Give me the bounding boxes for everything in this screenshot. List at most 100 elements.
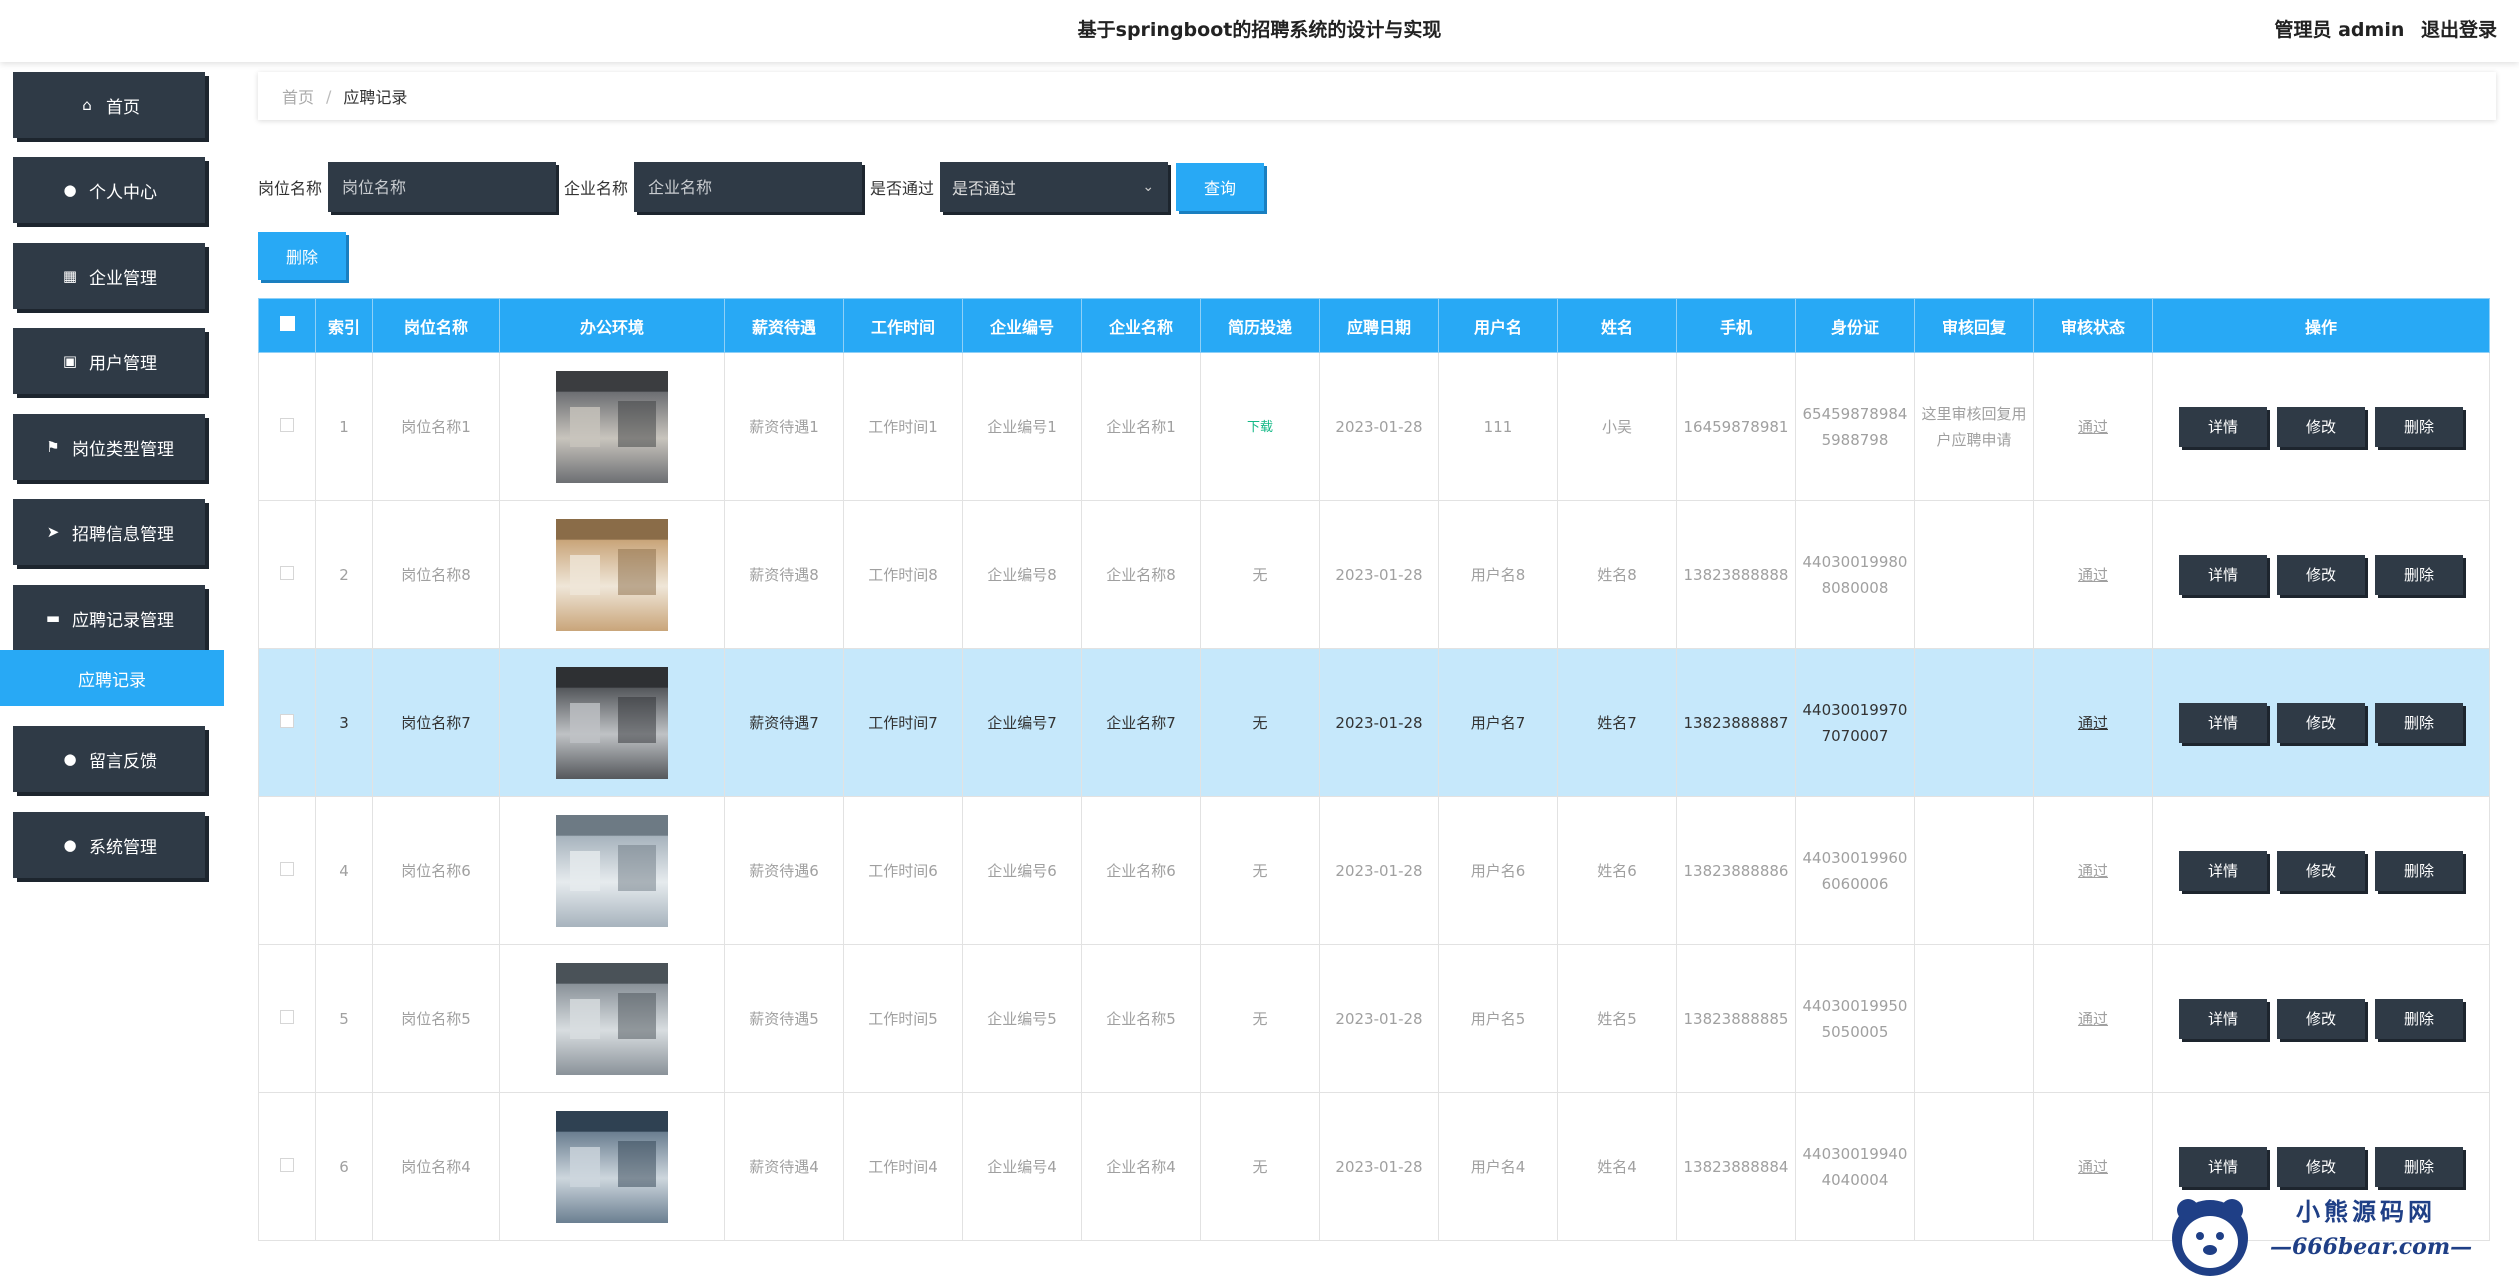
sidebar-item-feedback[interactable]: ● 留言反馈 <box>13 726 205 792</box>
cell-job: 岗位名称7 <box>372 648 500 797</box>
row-actions: 详情 修改 删除 <box>2157 702 2485 743</box>
cell-worktime-text: 工作时间1 <box>868 417 938 436</box>
row-select-cell[interactable] <box>258 648 316 797</box>
table-row[interactable]: 4 岗位名称6 薪资待遇6 工作时间6 企业编号6 企业名称6 无 2023-01-28 用户名… <box>258 796 2490 945</box>
cell-reply <box>1914 944 2034 1093</box>
company-name-input[interactable] <box>634 162 863 212</box>
delete-button[interactable]: 删除 <box>2375 554 2463 595</box>
detail-button[interactable]: 详情 <box>2179 702 2267 743</box>
sidebar-item-home[interactable]: ⌂ 首页 <box>13 72 205 138</box>
office-photo <box>556 666 668 779</box>
row-select-cell[interactable] <box>258 500 316 649</box>
row-checkbox[interactable] <box>280 861 294 876</box>
pass-select-value: 是否通过 <box>952 179 1017 198</box>
cell-resume: 无 <box>1200 648 1320 797</box>
delete-button[interactable]: 删除 <box>2375 406 2463 447</box>
sidebar-item-job-types[interactable]: ⚑ 岗位类型管理 <box>13 414 205 480</box>
cell-salary-text: 薪资待遇5 <box>749 1009 819 1028</box>
cell-name: 姓名6 <box>1557 796 1677 945</box>
sidebar-item-profile[interactable]: ● 个人中心 <box>13 157 205 223</box>
sidebar-subitem-application-records[interactable]: 应聘记录 <box>0 650 224 706</box>
cell-resume: 无 <box>1200 500 1320 649</box>
sidebar-item-recruit-info[interactable]: ➤ 招聘信息管理 <box>13 499 205 565</box>
cell-ops: 详情 修改 删除 <box>2152 796 2490 945</box>
delete-button[interactable]: 删除 <box>2375 850 2463 891</box>
logout-link[interactable]: 退出登录 <box>2421 19 2497 41</box>
sidebar-item-system[interactable]: ● 系统管理 <box>13 812 205 878</box>
row-checkbox[interactable] <box>280 417 294 432</box>
breadcrumb-home[interactable]: 首页 <box>282 84 314 108</box>
col-header: 审核状态 <box>2033 298 2153 353</box>
row-checkbox[interactable] <box>280 1157 294 1172</box>
col-header: 工作时间 <box>843 298 963 353</box>
cell-worktime: 工作时间7 <box>843 648 963 797</box>
detail-button[interactable]: 详情 <box>2179 998 2267 1039</box>
cell-office-image <box>499 648 725 797</box>
cell-phone-text: 13823888884 <box>1683 1157 1789 1176</box>
watermark-url: —666bear.com— <box>2270 1234 2473 1260</box>
cell-resume[interactable]: 下载 <box>1200 352 1320 501</box>
delete-button[interactable]: 删除 <box>2375 998 2463 1039</box>
detail-button[interactable]: 详情 <box>2179 554 2267 595</box>
detail-button[interactable]: 详情 <box>2179 850 2267 891</box>
cell-username: 111 <box>1438 352 1558 501</box>
cell-office-image <box>499 500 725 649</box>
select-all-cell[interactable] <box>258 298 316 353</box>
table-row[interactable]: 1 岗位名称1 薪资待遇1 工作时间1 企业编号1 企业名称1 下载 2023-01-28 11… <box>258 352 2490 501</box>
select-all-checkbox[interactable] <box>279 316 295 331</box>
job-name-input[interactable] <box>328 162 557 212</box>
sidebar-item-applications[interactable]: ▬ 应聘记录管理 <box>13 585 205 651</box>
cell-index: 1 <box>315 352 373 501</box>
cell-index: 2 <box>315 500 373 649</box>
company-name-label: 企业名称 <box>564 179 629 198</box>
row-checkbox[interactable] <box>280 713 294 728</box>
detail-button[interactable]: 详情 <box>2179 1146 2267 1187</box>
row-select-cell[interactable] <box>258 796 316 945</box>
edit-button[interactable]: 修改 <box>2277 850 2365 891</box>
edit-button[interactable]: 修改 <box>2277 406 2365 447</box>
table-row[interactable]: 6 岗位名称4 薪资待遇4 工作时间4 企业编号4 企业名称4 无 2023-01-28 用户名… <box>258 1092 2490 1241</box>
table-row[interactable]: 2 岗位名称8 薪资待遇8 工作时间8 企业编号8 企业名称8 无 2023-01-28 用户名… <box>258 500 2490 649</box>
cell-idcard: 440300199707070007 <box>1795 648 1915 797</box>
sidebar-item-users[interactable]: ▣ 用户管理 <box>13 328 205 394</box>
col-header: 企业名称 <box>1081 298 1201 353</box>
user-area: 管理员 admin 退出登录 <box>2264 15 2497 42</box>
edit-button[interactable]: 修改 <box>2277 554 2365 595</box>
table-row[interactable]: 5 岗位名称5 薪资待遇5 工作时间5 企业编号5 企业名称5 无 2023-01-28 用户名… <box>258 944 2490 1093</box>
pass-select[interactable]: 是否通过 ⌄ <box>940 162 1169 212</box>
cell-resume: 无 <box>1200 1092 1320 1241</box>
cell-idcard-text: 440300199606060006 <box>1802 848 1908 893</box>
cell-company-name-text: 企业名称5 <box>1106 1009 1176 1028</box>
delete-button[interactable]: 删除 <box>2375 1146 2463 1187</box>
sidebar-item-company[interactable]: ▦ 企业管理 <box>13 243 205 309</box>
edit-button[interactable]: 修改 <box>2277 998 2365 1039</box>
row-checkbox[interactable] <box>280 1009 294 1024</box>
cell-company-code: 企业编号8 <box>962 500 1082 649</box>
row-select-cell[interactable] <box>258 1092 316 1241</box>
col-header: 企业编号 <box>962 298 1082 353</box>
cell-reply <box>1914 648 2034 797</box>
cell-username: 用户名6 <box>1438 796 1558 945</box>
batch-delete-button[interactable]: 删除 <box>258 232 346 280</box>
edit-button[interactable]: 修改 <box>2277 702 2365 743</box>
detail-button[interactable]: 详情 <box>2179 406 2267 447</box>
cell-date: 2023-01-28 <box>1319 648 1439 797</box>
row-select-cell[interactable] <box>258 944 316 1093</box>
query-button[interactable]: 查询 <box>1176 163 1265 211</box>
cell-index-text: 1 <box>339 417 349 436</box>
cell-username-text: 111 <box>1483 417 1513 436</box>
row-checkbox[interactable] <box>280 565 294 580</box>
cell-salary: 薪资待遇1 <box>724 352 844 501</box>
cell-job: 岗位名称6 <box>372 796 500 945</box>
cell-reply: 这里审核回复用户应聘申请 <box>1914 352 2034 501</box>
cell-name: 姓名8 <box>1557 500 1677 649</box>
cell-reply <box>1914 796 2034 945</box>
row-select-cell[interactable] <box>258 352 316 501</box>
edit-button[interactable]: 修改 <box>2277 1146 2365 1187</box>
cell-reply <box>1914 500 2034 649</box>
table-row[interactable]: 3 岗位名称7 薪资待遇7 工作时间7 企业编号7 企业名称7 无 2023-01-28 用户名… <box>258 648 2490 797</box>
row-actions: 详情 修改 删除 <box>2157 998 2485 1039</box>
cell-worktime: 工作时间8 <box>843 500 963 649</box>
delete-button[interactable]: 删除 <box>2375 702 2463 743</box>
resume-download-link[interactable]: 下载 <box>1247 420 1273 435</box>
